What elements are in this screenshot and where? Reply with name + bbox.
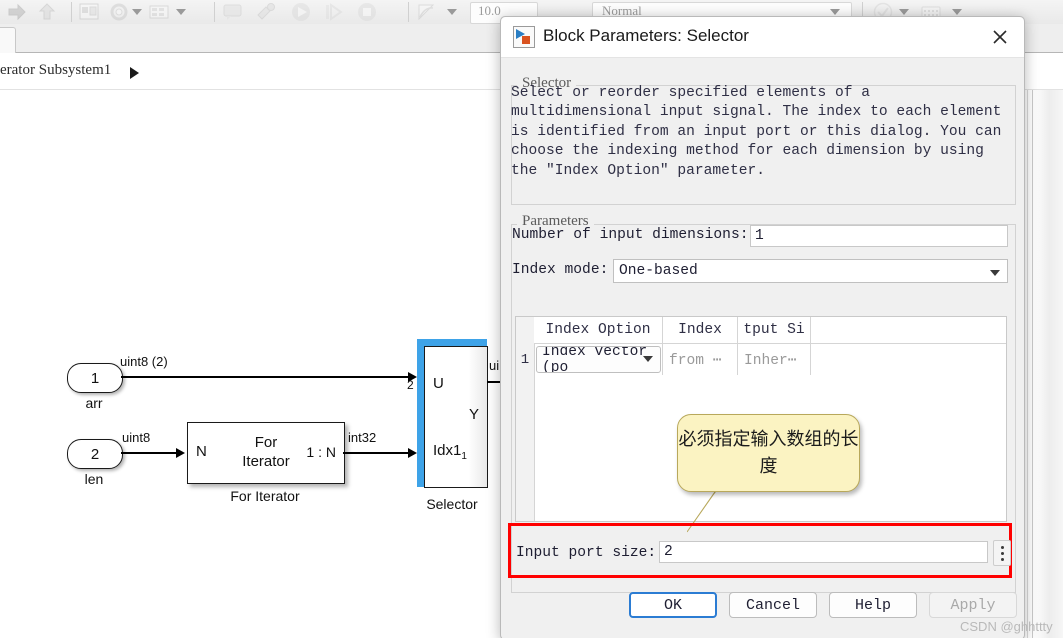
- stop-icon[interactable]: [356, 1, 378, 23]
- subsystem-icon[interactable]: [78, 1, 100, 23]
- wire-for-to-selector: [343, 452, 410, 454]
- arrowhead-selector-idx: [408, 448, 417, 458]
- table-header-index: Index: [663, 317, 738, 344]
- table-row-number: 1: [520, 351, 530, 368]
- chevron-down-icon[interactable]: [176, 9, 186, 15]
- apply-button: Apply: [929, 592, 1017, 618]
- selector-port-u: U: [433, 375, 444, 392]
- debug-icon[interactable]: [255, 1, 277, 23]
- inport-len-number: 2: [90, 445, 100, 463]
- chevron-down-icon[interactable]: [447, 9, 457, 15]
- table-cell-index[interactable]: from ⋯: [663, 344, 738, 375]
- index-mode-value: One-based: [619, 263, 698, 279]
- dialog-titlebar[interactable]: Block Parameters: Selector: [501, 17, 1024, 58]
- breadcrumb-path[interactable]: erator Subsystem1: [0, 62, 111, 79]
- arrowhead-for-n: [176, 448, 185, 458]
- num-dims-label: Number of input dimensions:: [512, 227, 749, 243]
- dialog-description-text: Select or reorder specified elements of …: [511, 85, 1002, 179]
- input-port-size-input[interactable]: 2: [659, 541, 988, 563]
- table-cell-output-size[interactable]: Inher⋯: [738, 344, 811, 375]
- step-forward-icon[interactable]: [323, 1, 345, 23]
- signal-label-len: uint8: [122, 430, 151, 445]
- wire-arr-to-selector: [121, 376, 410, 378]
- for-iterator-port-out: 1 : N: [306, 444, 336, 460]
- selector-port-y: Y: [468, 406, 479, 423]
- for-iterator-title-line1: For: [254, 434, 278, 451]
- close-icon[interactable]: [986, 23, 1014, 51]
- simulink-block-icon: [513, 26, 535, 48]
- signal-label-arr: uint8 (2): [120, 354, 168, 369]
- table-header-output-size: tput Si: [738, 317, 811, 344]
- index-mode-dropdown[interactable]: One-based: [613, 259, 1008, 283]
- input-port-size-label: Input port size:: [516, 545, 657, 561]
- play-arrow-icon[interactable]: [130, 67, 139, 79]
- inport-arr-number: 1: [90, 369, 100, 387]
- inport-arr[interactable]: 1: [67, 363, 123, 393]
- num-dims-input[interactable]: 1: [750, 225, 1008, 247]
- help-button[interactable]: Help: [829, 592, 917, 618]
- selector-port-idx: Idx11: [433, 442, 467, 462]
- dialog-title: Block Parameters: Selector: [543, 26, 749, 45]
- index-mode-label: Index mode:: [512, 262, 609, 278]
- table-icon[interactable]: [148, 1, 170, 23]
- wire-len-to-for: [121, 452, 179, 454]
- table-header-index-option: Index Option: [534, 317, 663, 344]
- comment-icon[interactable]: [222, 1, 244, 23]
- block-for-iterator[interactable]: N For Iterator 1 : N: [187, 422, 345, 484]
- up-arrow-icon[interactable]: [36, 1, 58, 23]
- gear-icon[interactable]: [108, 1, 130, 23]
- watermark: CSDN @ghhttty: [960, 619, 1053, 634]
- inport-arr-label: arr: [85, 395, 103, 411]
- signal-label-int32: int32: [348, 430, 377, 445]
- selector-body: U Idx11 Y: [424, 346, 488, 488]
- table-header-filler: [811, 317, 1006, 344]
- index-option-dropdown[interactable]: Index vector (po: [536, 346, 661, 373]
- app-root: 10.0 Normal erator Subsystem1 1 arr uint…: [0, 0, 1063, 638]
- annotation-callout-text: 必须指定输入数组的长度: [678, 429, 859, 477]
- block-selector[interactable]: U Idx11 Y: [417, 339, 488, 488]
- ok-button[interactable]: OK: [629, 592, 717, 618]
- chevron-down-icon[interactable]: [830, 9, 840, 15]
- for-iterator-caption: For Iterator: [230, 488, 300, 504]
- selector-u-width: 2: [407, 378, 414, 392]
- chevron-down-icon[interactable]: [132, 9, 142, 15]
- selector-caption: Selector: [426, 496, 478, 512]
- model-tab[interactable]: [0, 27, 16, 53]
- signal-label-out: ui: [489, 358, 500, 373]
- canvas-right-edge[interactable]: [1032, 90, 1063, 638]
- cancel-button[interactable]: Cancel: [729, 592, 817, 618]
- chevron-down-icon[interactable]: [643, 356, 653, 362]
- vertical-dots-icon[interactable]: [993, 540, 1011, 566]
- inport-len[interactable]: 2: [67, 439, 123, 469]
- inport-len-label: len: [84, 471, 104, 487]
- annotation-callout: 必须指定输入数组的长度: [677, 414, 860, 492]
- chevron-down-icon[interactable]: [990, 270, 1000, 276]
- sim-time-value: 10.0: [478, 3, 501, 18]
- run-icon[interactable]: [290, 1, 312, 23]
- chevron-down-icon[interactable]: [899, 9, 909, 15]
- forward-arrow-icon[interactable]: [6, 1, 28, 23]
- chevron-down-icon[interactable]: [952, 9, 962, 15]
- table-cell-filler: [811, 344, 1006, 375]
- chart-icon[interactable]: [416, 1, 438, 23]
- for-iterator-title-line2: Iterator: [242, 453, 290, 470]
